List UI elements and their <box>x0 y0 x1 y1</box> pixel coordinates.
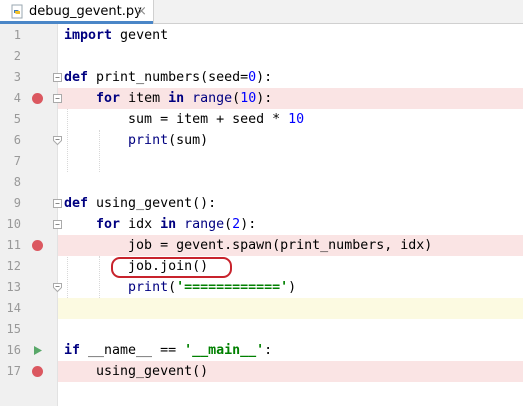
code-text: def using_gevent(): <box>64 196 217 211</box>
tab-label: debug_gevent.py <box>29 4 142 19</box>
code-line[interactable]: 15 <box>0 319 523 340</box>
code-text: import gevent <box>64 28 169 43</box>
breakpoint-icon[interactable] <box>32 366 43 377</box>
line-number: 17 <box>6 364 21 378</box>
fold-collapse-icon[interactable] <box>52 72 63 83</box>
line-number: 16 <box>6 343 21 357</box>
code-text: if __name__ == '__main__': <box>64 343 273 358</box>
code-line[interactable]: 10 for idx in range(2): <box>0 214 523 235</box>
line-number: 2 <box>13 49 21 63</box>
code-text: sum = item + seed * 10 <box>64 112 305 127</box>
line-number: 12 <box>6 259 21 273</box>
code-line[interactable]: 7 <box>0 151 523 172</box>
line-number: 5 <box>13 112 21 126</box>
code-line[interactable]: 8 <box>0 172 523 193</box>
code-line[interactable]: 5 sum = item + seed * 10 <box>0 109 523 130</box>
code-line[interactable]: 12 job.join() <box>0 256 523 277</box>
fold-collapse-icon[interactable] <box>52 198 63 209</box>
code-line[interactable]: 16 if __name__ == '__main__': <box>0 340 523 361</box>
line-number: 11 <box>6 238 21 252</box>
line-number: 1 <box>13 28 21 42</box>
fold-end-icon[interactable] <box>52 282 63 293</box>
line-number: 6 <box>13 133 21 147</box>
code-line[interactable]: 1 import gevent <box>0 25 523 46</box>
line-number: 13 <box>6 280 21 294</box>
editor-tab-bar: debug_gevent.py × <box>0 0 523 24</box>
code-line[interactable]: 11 job = gevent.spawn(print_numbers, idx… <box>0 235 523 256</box>
line-number: 14 <box>6 301 21 315</box>
annotation-highlight-ellipse <box>111 257 232 278</box>
run-arrow-icon[interactable] <box>32 345 43 356</box>
code-line[interactable]: 4 for item in range(10): <box>0 88 523 109</box>
fold-collapse-icon[interactable] <box>52 219 63 230</box>
code-line[interactable]: 3 def print_numbers(seed=0): <box>0 67 523 88</box>
fold-collapse-icon[interactable] <box>52 93 63 104</box>
code-line[interactable]: 6 print(sum) <box>0 130 523 151</box>
close-icon[interactable]: × <box>136 3 147 21</box>
line-number: 7 <box>13 154 21 168</box>
code-line-current[interactable]: 14 <box>0 298 523 319</box>
code-line[interactable]: 9 def using_gevent(): <box>0 193 523 214</box>
code-text: for item in range(10): <box>96 91 273 106</box>
python-file-icon <box>11 4 23 19</box>
tab-debug-gevent[interactable]: debug_gevent.py × <box>0 0 154 24</box>
code-text: print(sum) <box>128 133 209 148</box>
breakpoint-icon[interactable] <box>32 93 43 104</box>
code-text: print('============') <box>128 280 297 295</box>
code-line[interactable]: 17 using_gevent() <box>0 361 523 382</box>
code-text: job = gevent.spawn(print_numbers, idx) <box>64 238 433 253</box>
line-number: 10 <box>6 217 21 231</box>
fold-end-icon[interactable] <box>52 135 63 146</box>
code-text: using_gevent() <box>64 364 209 379</box>
line-number: 3 <box>13 70 21 84</box>
code-line[interactable]: 2 <box>0 46 523 67</box>
line-number: 8 <box>13 175 21 189</box>
line-number: 9 <box>13 196 21 210</box>
line-number: 15 <box>6 322 21 336</box>
code-text: def print_numbers(seed=0): <box>64 70 273 85</box>
breakpoint-icon[interactable] <box>32 240 43 251</box>
code-text: for idx in range(2): <box>96 217 257 232</box>
code-line[interactable]: 13 print('============') <box>0 277 523 298</box>
line-number: 4 <box>13 91 21 105</box>
